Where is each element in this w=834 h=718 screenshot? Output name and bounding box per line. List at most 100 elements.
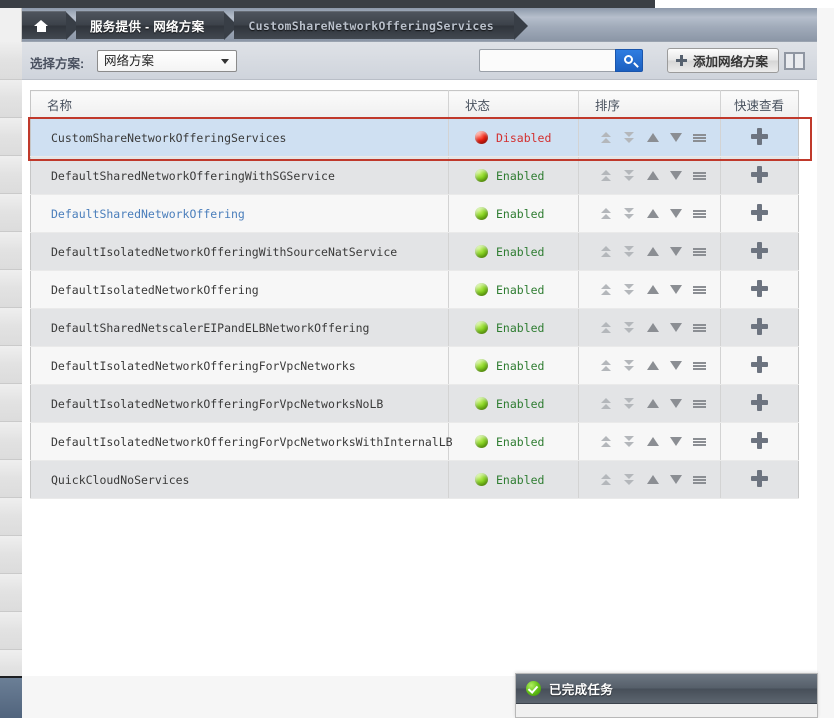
move-to-bottom-icon[interactable] xyxy=(624,359,635,372)
breadcrumb-home[interactable] xyxy=(22,11,80,40)
move-up-icon[interactable] xyxy=(647,435,659,448)
add-network-offering-button[interactable]: 添加网络方案 xyxy=(667,48,780,73)
reorder-handle-icon[interactable] xyxy=(693,131,706,144)
left-nav-segment[interactable] xyxy=(0,194,22,232)
quickview-plus-icon[interactable] xyxy=(750,241,768,259)
move-to-bottom-icon[interactable] xyxy=(624,321,635,334)
cell-quickview[interactable] xyxy=(720,194,799,233)
quickview-plus-icon[interactable] xyxy=(750,127,768,145)
cell-quickview[interactable] xyxy=(720,118,799,157)
left-nav-segment[interactable] xyxy=(0,612,22,650)
cell-quickview[interactable] xyxy=(720,384,799,423)
move-to-bottom-icon[interactable] xyxy=(624,435,635,448)
breadcrumb-item-0[interactable]: 服务提供 - 网络方案 xyxy=(76,11,239,40)
quickview-plus-icon[interactable] xyxy=(750,165,768,183)
left-nav-segment[interactable] xyxy=(0,574,22,612)
left-nav-segment[interactable] xyxy=(0,422,22,460)
quickview-plus-icon[interactable] xyxy=(750,431,768,449)
cell-name[interactable]: DefaultIsolatedNetworkOfferingForVpcNetw… xyxy=(30,346,449,385)
left-nav-segment[interactable] xyxy=(0,156,22,194)
move-to-top-icon[interactable] xyxy=(601,321,612,334)
table-row[interactable]: DefaultIsolatedNetworkOffering Enabled xyxy=(30,270,799,309)
move-to-top-icon[interactable] xyxy=(601,131,612,144)
cell-quickview[interactable] xyxy=(720,422,799,461)
reorder-handle-icon[interactable] xyxy=(693,359,706,372)
move-up-icon[interactable] xyxy=(647,359,659,372)
move-down-icon[interactable] xyxy=(670,131,682,144)
table-row[interactable]: DefaultIsolatedNetworkOfferingForVpcNetw… xyxy=(30,384,799,423)
quickview-plus-icon[interactable] xyxy=(750,203,768,221)
table-row[interactable]: DefaultIsolatedNetworkOfferingForVpcNetw… xyxy=(30,422,799,461)
move-to-top-icon[interactable] xyxy=(601,397,612,410)
left-nav-segment[interactable] xyxy=(0,42,22,80)
move-to-bottom-icon[interactable] xyxy=(624,169,635,182)
cell-quickview[interactable] xyxy=(720,346,799,385)
cell-name[interactable]: DefaultSharedNetscalerEIPandELBNetworkOf… xyxy=(30,308,449,347)
cell-quickview[interactable] xyxy=(720,156,799,195)
move-to-bottom-icon[interactable] xyxy=(624,245,635,258)
move-down-icon[interactable] xyxy=(670,321,682,334)
quickview-plus-icon[interactable] xyxy=(750,279,768,297)
cell-quickview[interactable] xyxy=(720,270,799,309)
reorder-handle-icon[interactable] xyxy=(693,245,706,258)
move-to-top-icon[interactable] xyxy=(601,435,612,448)
left-nav-segment[interactable] xyxy=(0,232,22,270)
move-up-icon[interactable] xyxy=(647,283,659,296)
cell-name[interactable]: DefaultIsolatedNetworkOfferingForVpcNetw… xyxy=(30,422,453,461)
reorder-handle-icon[interactable] xyxy=(693,397,706,410)
quickview-plus-icon[interactable] xyxy=(750,355,768,373)
cell-quickview[interactable] xyxy=(720,308,799,347)
move-up-icon[interactable] xyxy=(647,321,659,334)
column-header-sort[interactable]: 排序 xyxy=(578,90,721,119)
left-nav-segment[interactable] xyxy=(0,270,22,308)
reorder-handle-icon[interactable] xyxy=(693,435,706,448)
quickview-plus-icon[interactable] xyxy=(750,469,768,487)
search-button[interactable] xyxy=(615,49,643,72)
search-input[interactable] xyxy=(480,50,615,71)
table-row[interactable]: QuickCloudNoServices Enabled xyxy=(30,460,799,499)
left-nav-segment[interactable] xyxy=(0,80,22,118)
move-down-icon[interactable] xyxy=(670,245,682,258)
left-nav-segment[interactable] xyxy=(0,536,22,574)
move-to-top-icon[interactable] xyxy=(601,359,612,372)
move-to-top-icon[interactable] xyxy=(601,169,612,182)
move-to-top-icon[interactable] xyxy=(601,245,612,258)
cell-name[interactable]: DefaultSharedNetworkOfferingWithSGServic… xyxy=(30,156,449,195)
left-nav-segment[interactable] xyxy=(0,384,22,422)
reorder-handle-icon[interactable] xyxy=(693,207,706,220)
move-up-icon[interactable] xyxy=(647,207,659,220)
cell-name[interactable]: DefaultIsolatedNetworkOfferingWithSource… xyxy=(30,232,449,271)
table-row[interactable]: DefaultIsolatedNetworkOfferingWithSource… xyxy=(30,232,799,271)
left-nav-collapsed[interactable] xyxy=(0,42,22,688)
left-nav-segment[interactable] xyxy=(0,308,22,346)
move-to-top-icon[interactable] xyxy=(601,207,612,220)
cell-name[interactable]: DefaultIsolatedNetworkOffering xyxy=(30,270,449,309)
move-down-icon[interactable] xyxy=(670,359,682,372)
move-down-icon[interactable] xyxy=(670,473,682,486)
table-row[interactable]: DefaultSharedNetworkOffering Enabled xyxy=(30,194,799,233)
offering-type-select[interactable]: 网络方案 xyxy=(97,50,237,72)
quickview-plus-icon[interactable] xyxy=(750,393,768,411)
move-down-icon[interactable] xyxy=(670,207,682,220)
move-up-icon[interactable] xyxy=(647,169,659,182)
column-header-name[interactable]: 名称 xyxy=(30,90,449,119)
table-row[interactable]: CustomShareNetworkOfferingServices Disabl… xyxy=(30,118,799,157)
left-nav-segment[interactable] xyxy=(0,346,22,384)
column-header-status[interactable]: 状态 xyxy=(448,90,579,119)
move-up-icon[interactable] xyxy=(647,131,659,144)
two-column-layout-icon[interactable] xyxy=(784,52,805,70)
reorder-handle-icon[interactable] xyxy=(693,283,706,296)
reorder-handle-icon[interactable] xyxy=(693,321,706,334)
left-nav-footer[interactable] xyxy=(0,676,22,718)
breadcrumb-item-1[interactable]: CustomShareNetworkOfferingServices xyxy=(234,11,528,40)
move-to-bottom-icon[interactable] xyxy=(624,131,635,144)
move-to-bottom-icon[interactable] xyxy=(624,207,635,220)
reorder-handle-icon[interactable] xyxy=(693,473,706,486)
move-to-bottom-icon[interactable] xyxy=(624,397,635,410)
cell-name[interactable]: QuickCloudNoServices xyxy=(30,460,449,499)
notification-panel[interactable]: 已完成任务 xyxy=(515,673,818,718)
move-up-icon[interactable] xyxy=(647,473,659,486)
table-row[interactable]: DefaultSharedNetworkOfferingWithSGServic… xyxy=(30,156,799,195)
table-row[interactable]: DefaultSharedNetscalerEIPandELBNetworkOf… xyxy=(30,308,799,347)
cell-quickview[interactable] xyxy=(720,460,799,499)
